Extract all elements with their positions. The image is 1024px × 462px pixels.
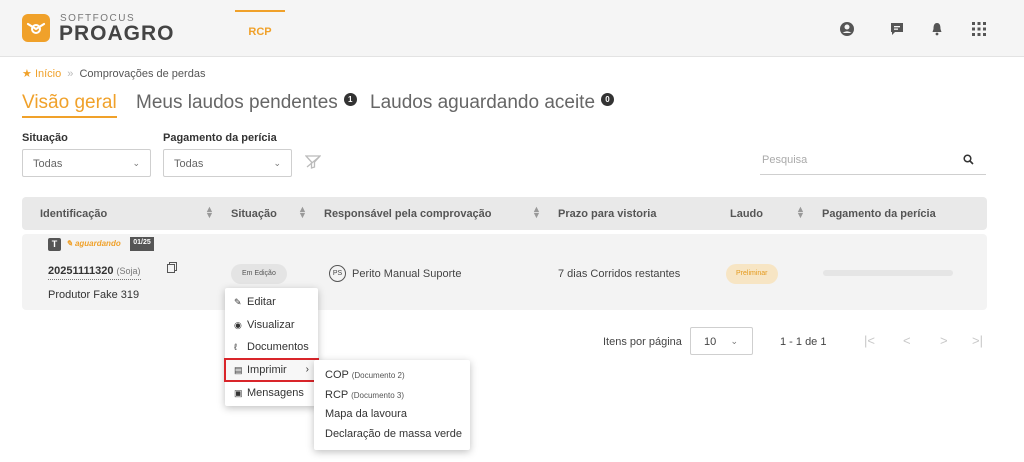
table-row[interactable]: T ✎ aguardando 01/25 20251111320 (Soja) … xyxy=(22,234,987,310)
menu-item-documentos[interactable]: ℓ Documentos xyxy=(225,336,318,358)
sort-icon[interactable]: ▲ ▼ xyxy=(796,205,805,220)
date-tag: 01/25 xyxy=(130,237,154,251)
home-icon[interactable]: ★ xyxy=(22,68,32,80)
search-input[interactable]: Pesquisa xyxy=(760,149,986,175)
chat-icon[interactable] xyxy=(888,20,906,38)
logo-icon xyxy=(22,14,50,42)
print-submenu: COP (Documento 2) RCP (Documento 3) Mapa… xyxy=(314,360,470,450)
bell-icon[interactable] xyxy=(928,20,946,38)
tab-meus-laudos[interactable]: Meus laudos pendentes 1 xyxy=(136,92,357,114)
tab-laudos-aguardando[interactable]: Laudos aguardando aceite 0 xyxy=(370,92,615,114)
row-actions-menu: ✎ Editar ◉ Visualizar ℓ Documentos ▤ Imprimi… xyxy=(224,288,319,406)
tab-label: Visão geral xyxy=(22,92,117,113)
record-id-link[interactable]: 20251111320 (Soja) xyxy=(48,265,141,280)
column-header[interactable]: Laudo xyxy=(730,208,763,220)
avatar: PS xyxy=(329,265,346,282)
menu-item-imprimir[interactable]: ▤ Imprimir › xyxy=(224,358,319,382)
apps-grid-icon[interactable] xyxy=(970,20,988,38)
menu-item-label: Imprimir xyxy=(247,364,287,376)
search-placeholder: Pesquisa xyxy=(762,154,808,166)
breadcrumb-separator: » xyxy=(67,68,74,80)
status-badge[interactable]: Em Edição xyxy=(231,264,287,284)
count-badge: 0 xyxy=(601,93,615,106)
filter-situacao-label: Situação xyxy=(22,132,68,144)
top-header: SOFTFOCUS PROAGRO RCP xyxy=(0,0,1024,57)
prev-page-button[interactable]: < xyxy=(903,333,911,348)
count-badge: 1 xyxy=(343,93,357,106)
first-page-button[interactable]: |< xyxy=(864,333,875,348)
submenu-item-declaracao[interactable]: Declaração de massa verde xyxy=(325,428,462,440)
sort-icon[interactable]: ▲ ▼ xyxy=(205,205,214,220)
page-range: 1 - 1 de 1 xyxy=(780,336,827,348)
column-header[interactable]: Situação xyxy=(231,208,277,220)
copy-icon[interactable] xyxy=(167,260,177,278)
tab-label: Meus laudos pendentes xyxy=(136,92,338,113)
payment-progress-bar xyxy=(823,270,953,276)
menu-item-label: Documentos xyxy=(247,341,309,353)
clear-filter-icon[interactable] xyxy=(304,155,322,174)
menu-item-label: Mensagens xyxy=(247,387,304,399)
submenu-item-rcp[interactable]: RCP (Documento 3) xyxy=(325,389,404,401)
breadcrumb-current: Comprovações de perdas xyxy=(79,68,206,80)
breadcrumb-home[interactable]: Início xyxy=(35,68,61,80)
menu-item-label: Visualizar xyxy=(247,319,295,331)
submenu-item-mapa[interactable]: Mapa da lavoura xyxy=(325,408,407,420)
tab-label: Laudos aguardando aceite xyxy=(370,92,596,113)
producer-name: Produtor Fake 319 xyxy=(48,289,140,301)
printer-icon: ▤ xyxy=(234,365,243,375)
submenu-item-cop[interactable]: COP (Documento 2) xyxy=(325,369,405,381)
chevron-down-icon: ⌄ xyxy=(273,158,281,168)
column-header[interactable]: Prazo para vistoria xyxy=(558,208,656,220)
column-header[interactable]: Responsável pela comprovação xyxy=(324,208,492,220)
chevron-down-icon: ⌄ xyxy=(730,336,738,346)
filter-pagamento-select[interactable]: Todas ⌄ xyxy=(163,149,292,177)
user-circle-icon[interactable] xyxy=(838,20,856,38)
column-header[interactable]: Pagamento da perícia xyxy=(822,208,936,220)
items-per-page-value: 10 xyxy=(704,336,717,348)
items-per-page-label: Itens por página xyxy=(603,336,682,348)
filter-pagamento-value: Todas xyxy=(174,158,204,170)
items-per-page-select[interactable]: 10 ⌄ xyxy=(690,327,753,355)
type-badge: T xyxy=(48,238,61,251)
search-icon[interactable] xyxy=(963,154,974,168)
filter-situacao-value: Todas xyxy=(33,158,63,170)
nav-item-rcp-label: RCP xyxy=(248,26,272,38)
breadcrumb: ★ Início » Comprovações de perdas xyxy=(22,67,205,80)
eye-icon: ◉ xyxy=(234,320,242,330)
last-page-button[interactable]: >| xyxy=(972,333,983,348)
menu-item-label: Editar xyxy=(247,296,276,308)
sort-icon[interactable]: ▲ ▼ xyxy=(532,205,541,220)
chevron-right-icon: › xyxy=(305,364,309,375)
sort-icon[interactable]: ▲ ▼ xyxy=(298,205,307,220)
menu-item-visualizar[interactable]: ◉ Visualizar xyxy=(225,314,318,336)
paperclip-icon: ℓ xyxy=(234,342,237,352)
chevron-down-icon: ⌄ xyxy=(132,158,140,168)
responsavel-name: Perito Manual Suporte xyxy=(352,268,462,280)
filter-pagamento-label: Pagamento da perícia xyxy=(163,132,277,144)
pencil-icon: ✎ xyxy=(234,297,242,307)
nav-item-rcp[interactable]: RCP xyxy=(235,10,285,57)
table-header: Identificação ▲ ▼ Situação ▲ ▼ Responsável… xyxy=(22,197,987,230)
column-header[interactable]: Identificação xyxy=(40,208,107,220)
laudo-badge: Preliminar xyxy=(726,264,778,284)
brand-title: PROAGRO xyxy=(59,22,175,45)
menu-item-editar[interactable]: ✎ Editar xyxy=(225,291,318,313)
message-icon: ▣ xyxy=(234,388,243,398)
tab-visao-geral[interactable]: Visão geral xyxy=(22,92,117,118)
filter-situacao-select[interactable]: Todas ⌄ xyxy=(22,149,151,177)
menu-item-mensagens[interactable]: ▣ Mensagens xyxy=(225,382,318,404)
prazo-text: 7 dias Corridos restantes xyxy=(558,268,681,280)
status-tag: ✎ aguardando xyxy=(66,239,121,248)
next-page-button[interactable]: > xyxy=(940,333,948,348)
